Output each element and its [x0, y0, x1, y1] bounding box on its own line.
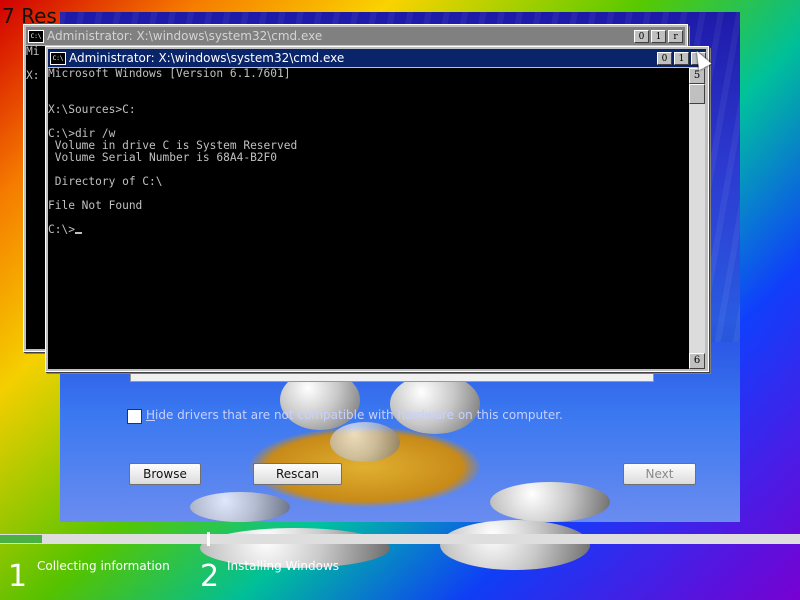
minimize-button[interactable]: 0: [657, 51, 672, 65]
console-line: File Not Found: [48, 199, 143, 212]
back-console-title: Administrator: X:\windows\system32\cmd.e…: [47, 29, 323, 43]
console-prompt-line: C:\>: [48, 224, 689, 236]
front-console-title: Administrator: X:\windows\system32\cmd.e…: [69, 51, 345, 65]
desktop-corner-text: 7 Res: [2, 4, 57, 28]
progress-fill: [0, 535, 42, 543]
console-window-icon: C:\: [28, 29, 44, 43]
decorative-orb: [390, 374, 480, 434]
front-console-output[interactable]: Microsoft Windows [Version 6.1.7601] X:\…: [48, 68, 689, 369]
scroll-down-button[interactable]: 6: [689, 353, 705, 369]
step-number: 2: [200, 559, 220, 594]
console-line: X:\Sources>C:: [48, 103, 136, 116]
rescan-button[interactable]: Rescan: [253, 463, 342, 485]
hide-drivers-label: Hide drivers that are not compatible wit…: [146, 408, 563, 422]
progress-track: [0, 534, 800, 544]
next-button[interactable]: Next: [623, 463, 696, 485]
progress-step-divider: [207, 532, 210, 546]
console-window-icon: C:\: [50, 51, 66, 65]
close-button[interactable]: r: [668, 29, 683, 43]
minimize-button[interactable]: 0: [634, 29, 649, 43]
decorative-orb: [490, 482, 610, 522]
back-console-titlebar[interactable]: C:\ Administrator: X:\windows\system32\c…: [26, 27, 685, 45]
hide-drivers-checkbox[interactable]: [127, 409, 142, 424]
console-scrollbar[interactable]: 5 6: [689, 68, 705, 369]
maximize-button[interactable]: 1: [651, 29, 666, 43]
scroll-thumb[interactable]: [689, 84, 705, 104]
step-label: Installing Windows: [227, 559, 340, 573]
console-line: Volume Serial Number is 68A4-B2F0: [48, 151, 278, 164]
front-console-titlebar[interactable]: C:\ Administrator: X:\windows\system32\c…: [48, 49, 706, 67]
console-line: Microsoft Windows [Version 6.1.7601]: [48, 68, 291, 80]
scroll-up-button[interactable]: 5: [689, 68, 705, 84]
step-label: Collecting information: [37, 559, 170, 573]
decorative-orb: [190, 492, 290, 522]
step-number: 1: [8, 559, 28, 594]
console-line: Directory of C:\: [48, 175, 163, 188]
browse-button[interactable]: Browse: [129, 463, 201, 485]
front-console-window[interactable]: C:\ Administrator: X:\windows\system32\c…: [45, 46, 709, 372]
decorative-orb: [330, 422, 400, 462]
console-prompt: C:\>: [48, 223, 75, 236]
driver-list-edge: [130, 372, 654, 382]
maximize-button[interactable]: 1: [674, 51, 689, 65]
text-cursor: [74, 232, 82, 234]
